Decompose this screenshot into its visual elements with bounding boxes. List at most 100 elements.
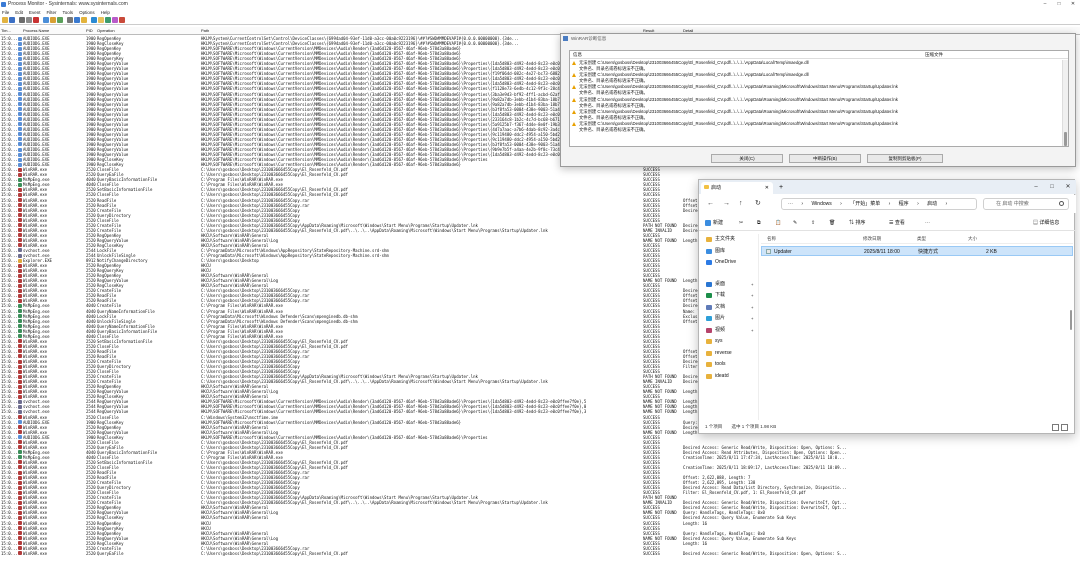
- process-icon: [18, 546, 22, 551]
- clear-icon[interactable]: [33, 17, 39, 23]
- refresh-icon[interactable]: ↻: [755, 199, 761, 209]
- table-row[interactable]: 15:0... WinRAR.exe 2520 QueryEaFile C:\Users…: [0, 551, 1080, 556]
- address-more-icon[interactable]: ⋯: [788, 201, 793, 207]
- process-icon: [18, 86, 22, 91]
- details-button[interactable]: ▤ 详细信息: [1033, 218, 1059, 228]
- explorer-minimize-button[interactable]: –: [1028, 180, 1044, 194]
- pin-icon[interactable]: ✦: [751, 325, 754, 337]
- find-icon[interactable]: [74, 17, 80, 23]
- header-path[interactable]: Path: [201, 27, 209, 35]
- column-message[interactable]: 信息: [573, 51, 582, 59]
- folder-icon: [706, 316, 712, 321]
- breadcrumb-programs[interactable]: 程序: [899, 201, 909, 207]
- rename-icon[interactable]: ✎: [793, 218, 797, 228]
- column-archive[interactable]: 压缩文件: [925, 51, 943, 59]
- close-dialog-button[interactable]: 关闭(C): [711, 154, 783, 163]
- sidebar-item-ideatd[interactable]: ideatd: [699, 371, 758, 383]
- pin-icon[interactable]: ✦: [751, 302, 754, 314]
- copy-icon[interactable]: ⧉: [757, 218, 761, 228]
- process-tree-icon[interactable]: [67, 17, 73, 23]
- more-options-icon[interactable]: ⋯: [925, 218, 930, 228]
- pin-icon[interactable]: ✦: [751, 313, 754, 325]
- header-time[interactable]: Tim...: [1, 27, 11, 35]
- sidebar-item--[interactable]: 图库: [699, 246, 758, 258]
- address-bar[interactable]: ⋯ › Windows › 「开始」菜单 › 程序 › 启动 ›: [781, 198, 977, 210]
- tiles-view-icon[interactable]: [1061, 424, 1068, 431]
- sort-button[interactable]: ⇅ 排序: [849, 218, 865, 228]
- save-icon[interactable]: [9, 17, 15, 23]
- warning-icon: [572, 61, 576, 65]
- sidebar-item-onedrive[interactable]: OneDrive: [699, 257, 758, 269]
- up-arrow-icon[interactable]: ↑: [739, 199, 743, 209]
- highlight-icon[interactable]: [50, 17, 56, 23]
- explorer-maximize-button[interactable]: □: [1044, 180, 1060, 194]
- column-date[interactable]: 修改日期: [863, 234, 881, 244]
- open-icon[interactable]: [2, 17, 8, 23]
- breadcrumb-start-menu[interactable]: 「开始」菜单: [850, 201, 880, 207]
- details-view-icon[interactable]: [1052, 424, 1059, 431]
- autoscroll-icon[interactable]: [26, 17, 32, 23]
- sidebar-item--[interactable]: 主文件夹: [699, 234, 758, 246]
- paste-icon[interactable]: 📋: [775, 218, 781, 228]
- sidebar-item-sys[interactable]: sys: [699, 336, 758, 348]
- copy-to-clipboard-button[interactable]: 复制到剪贴板(P): [867, 154, 943, 163]
- menu-tools[interactable]: Tools: [63, 9, 74, 16]
- file-row-updater[interactable]: Updater 2025/8/11 18:00 快捷方式 2 KB: [761, 246, 1073, 256]
- tab-startup[interactable]: 启动 ✕: [701, 182, 773, 194]
- explorer-close-button[interactable]: ✕: [1060, 180, 1076, 194]
- column-name[interactable]: 名称: [767, 234, 776, 244]
- new-button[interactable]: 新建: [705, 218, 723, 228]
- maximize-button[interactable]: □: [1052, 0, 1066, 9]
- break-operation-button[interactable]: 中断操作(B): [789, 154, 861, 163]
- folder-icon: [704, 185, 709, 189]
- sidebar-item-tools[interactable]: tools: [699, 359, 758, 371]
- delete-icon[interactable]: 🗑: [829, 218, 835, 228]
- sidebar-item--[interactable]: 桌面 ✦: [699, 279, 758, 291]
- new-tab-icon[interactable]: +: [779, 182, 783, 194]
- menu-event[interactable]: Event: [29, 9, 41, 16]
- explorer-scrollbar[interactable]: [1070, 310, 1072, 330]
- dialog-scroll-thumb[interactable]: [1064, 132, 1067, 146]
- menu-edit[interactable]: Edit: [15, 9, 23, 16]
- pin-icon[interactable]: ✦: [751, 279, 754, 291]
- view-button[interactable]: ☰ 查看: [889, 218, 905, 228]
- sidebar-item-reverse[interactable]: reverse: [699, 348, 758, 360]
- sidebar-item--[interactable]: 文档 ✦: [699, 302, 758, 314]
- cut-icon[interactable]: ✂: [739, 218, 743, 228]
- file-activity-icon[interactable]: [98, 17, 104, 23]
- menu-file[interactable]: File: [2, 9, 9, 16]
- include-process-icon[interactable]: [57, 17, 63, 23]
- network-activity-icon[interactable]: [105, 17, 111, 23]
- profiling-activity-icon[interactable]: [119, 17, 125, 23]
- sidebar-item--[interactable]: 图片 ✦: [699, 313, 758, 325]
- menu-filter[interactable]: Filter: [47, 9, 57, 16]
- registry-activity-icon[interactable]: [91, 17, 97, 23]
- search-input[interactable]: 在 启动 中搜索: [983, 198, 1069, 210]
- menu-options[interactable]: Options: [79, 9, 95, 16]
- close-tab-icon[interactable]: ✕: [765, 182, 769, 194]
- diagnostic-message[interactable]: 文件名、目录名或卷标语法不正确。: [572, 127, 1060, 133]
- header-pid[interactable]: PID: [86, 27, 93, 35]
- close-button[interactable]: ✕: [1066, 0, 1080, 9]
- breadcrumb-windows[interactable]: Windows: [811, 201, 831, 207]
- jump-icon[interactable]: [81, 17, 87, 23]
- column-type[interactable]: 类型: [917, 234, 926, 244]
- pin-icon[interactable]: ✦: [751, 290, 754, 302]
- minimize-button[interactable]: –: [1038, 0, 1052, 9]
- tab-label: 启动: [711, 185, 722, 191]
- breadcrumb-startup[interactable]: 启动: [927, 201, 937, 207]
- share-icon[interactable]: ⇪: [811, 218, 815, 228]
- menu-help[interactable]: Help: [101, 9, 110, 16]
- filter-icon[interactable]: [43, 17, 49, 23]
- capture-icon[interactable]: [19, 17, 25, 23]
- sidebar-item--[interactable]: 视频 ✦: [699, 325, 758, 337]
- back-arrow-icon[interactable]: ←: [707, 199, 714, 209]
- forward-arrow-icon[interactable]: →: [723, 199, 730, 209]
- header-operation[interactable]: Operation: [97, 27, 115, 35]
- column-size[interactable]: 大小: [968, 234, 977, 244]
- dialog-scrollbar[interactable]: [1062, 60, 1068, 146]
- header-process-name[interactable]: Process Name: [23, 27, 49, 35]
- process-activity-icon[interactable]: [112, 17, 118, 23]
- sidebar-item--[interactable]: 下载 ✦: [699, 290, 758, 302]
- process-icon: [18, 157, 22, 162]
